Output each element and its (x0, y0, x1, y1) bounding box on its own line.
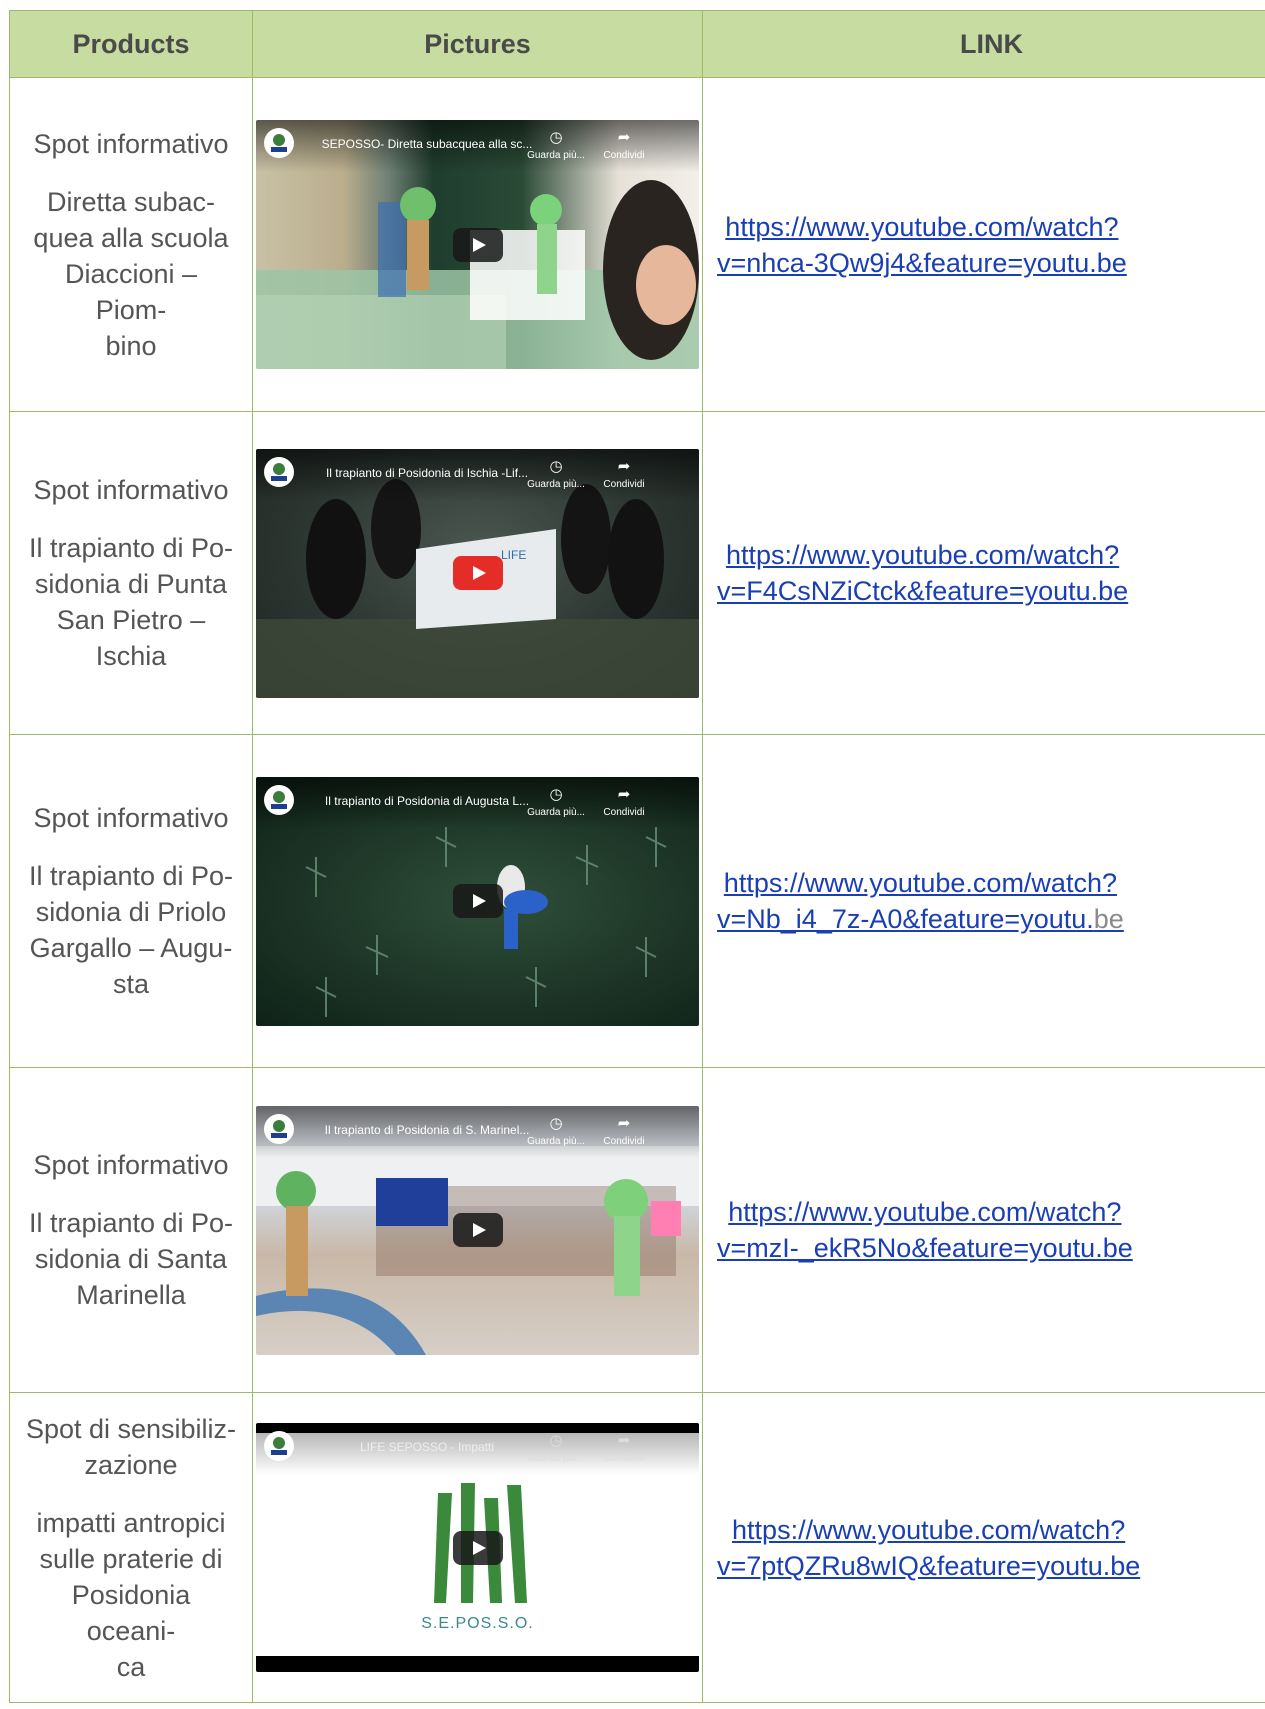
product-description: Il trapianto di Po- sidonia di Priolo Ga… (28, 861, 234, 999)
share-button[interactable]: ➦ Condividi (592, 785, 656, 818)
video-title[interactable]: LIFE SEPOSSO - Impatti (302, 1440, 552, 1454)
video-link-tail: be (1093, 904, 1124, 934)
video-title[interactable]: Il trapianto di Posidonia di Augusta L..… (302, 794, 552, 808)
share-label: Condividi (603, 806, 645, 818)
product-cell: Spot di sensibiliz- zazione impatti antr… (9, 1392, 253, 1703)
ispra-logo-icon (264, 1113, 294, 1144)
link-cell: https://www.youtube.com/watch? v=F4CsNZi… (702, 411, 1265, 735)
product-type: Spot di sensibiliz- zazione (25, 1413, 237, 1480)
share-label: Condividi (603, 478, 645, 490)
video-link[interactable]: https://www.youtube.com/watch? v=7ptQZRu… (717, 1512, 1140, 1584)
picture-cell: S.E.POS.S.O. LIFE SEPOSSO - Impatti ◷ Gu… (252, 1392, 703, 1703)
table-row: Spot informativo Il trapianto di Po- sid… (9, 411, 1265, 735)
video-thumbnail[interactable]: SEPOSSO- Diretta subacquea alla sc... ◷ … (256, 120, 699, 369)
product-type: Spot informativo (33, 803, 229, 833)
header-pictures: Pictures (252, 10, 703, 78)
product-description: Il trapianto di Po- sidonia di Punta San… (28, 533, 234, 671)
video-thumbnail[interactable]: LIFE Il trapianto di Posidonia di Ischia… (256, 448, 699, 698)
product-type: Spot informativo (33, 475, 229, 505)
link-cell: https://www.youtube.com/watch? v=mzI-_ek… (702, 1067, 1265, 1393)
watch-later-label: Guarda più... (527, 150, 585, 161)
watch-later-label: Guarda più... (527, 1453, 585, 1464)
video-link-text[interactable]: https://www.youtube.com/watch? v=mzI-_ek… (717, 1197, 1133, 1263)
video-title[interactable]: SEPOSSO- Diretta subacquea alla sc... (302, 137, 552, 151)
link-cell: https://www.youtube.com/watch? v=7ptQZRu… (702, 1392, 1265, 1703)
play-button-icon[interactable] (452, 1213, 503, 1247)
share-label: Condividi (603, 1453, 645, 1464)
table-row: Spot di sensibiliz- zazione impatti antr… (9, 1392, 1265, 1703)
video-thumbnail[interactable]: Il trapianto di Posidonia di Augusta L..… (256, 776, 699, 1026)
video-link-text[interactable]: https://www.youtube.com/watch? v=F4CsNZi… (717, 540, 1128, 606)
picture-cell: Il trapianto di Posidonia di S. Marinel.… (252, 1067, 703, 1393)
product-cell: Spot informativo Diretta subac- quea all… (9, 77, 253, 412)
play-button-icon[interactable] (452, 556, 503, 590)
picture-cell: SEPOSSO- Diretta subacquea alla sc... ◷ … (252, 77, 703, 412)
share-button[interactable]: ➦ Condividi (592, 1114, 656, 1147)
video-thumbnail[interactable]: Il trapianto di Posidonia di S. Marinel.… (256, 1105, 699, 1355)
share-icon: ➦ (617, 1114, 631, 1132)
clock-icon: ◷ (549, 785, 563, 803)
video-thumbnail[interactable]: S.E.POS.S.O. LIFE SEPOSSO - Impatti ◷ Gu… (256, 1423, 699, 1672)
watch-later-button[interactable]: ◷ Guarda più... (524, 129, 588, 162)
watch-later-label: Guarda più... (527, 1135, 585, 1147)
share-icon: ➦ (617, 1432, 631, 1449)
watch-later-button[interactable]: ◷ Guarda più... (524, 785, 588, 818)
picture-cell: Il trapianto di Posidonia di Augusta L..… (252, 734, 703, 1068)
video-link[interactable]: https://www.youtube.com/watch? v=mzI-_ek… (717, 1194, 1133, 1266)
clock-icon: ◷ (549, 129, 563, 146)
share-label: Condividi (603, 150, 645, 161)
play-button-icon[interactable] (452, 1530, 503, 1565)
video-link[interactable]: https://www.youtube.com/watch? v=Nb_i4_7… (717, 865, 1124, 937)
watch-later-button[interactable]: ◷ Guarda più... (524, 1114, 588, 1147)
play-button-icon[interactable] (452, 884, 503, 918)
media-table: Products Pictures LINK Spot informativo … (9, 10, 1265, 1703)
product-description: Il trapianto di Po- sidonia di Santa Mar… (28, 1208, 234, 1310)
logo-caption: S.E.POS.S.O. (421, 1615, 534, 1632)
ispra-logo-icon (264, 784, 294, 815)
share-icon: ➦ (617, 785, 631, 803)
video-link-text[interactable]: https://www.youtube.com/watch? v=Nb_i4_7… (717, 868, 1117, 934)
share-button[interactable]: ➦ Condividi (592, 1432, 656, 1465)
watch-later-label: Guarda più... (527, 806, 585, 818)
clock-icon: ◷ (549, 1114, 563, 1132)
product-cell: Spot informativo Il trapianto di Po- sid… (9, 734, 253, 1068)
watch-later-button[interactable]: ◷ Guarda più... (524, 1432, 588, 1465)
share-button[interactable]: ➦ Condividi (592, 457, 656, 490)
product-cell: Spot informativo Il trapianto di Po- sid… (9, 1067, 253, 1393)
video-title[interactable]: Il trapianto di Posidonia di S. Marinel.… (302, 1123, 552, 1137)
table-row: Spot informativo Diretta subac- quea all… (9, 77, 1265, 412)
video-link-text[interactable]: https://www.youtube.com/watch? v=7ptQZRu… (717, 1515, 1140, 1581)
clock-icon: ◷ (549, 457, 563, 475)
watch-later-label: Guarda più... (527, 478, 585, 490)
product-description: Diretta subac- quea alla scuola Diaccion… (33, 186, 229, 361)
share-icon: ➦ (617, 129, 631, 146)
share-button[interactable]: ➦ Condividi (592, 129, 656, 162)
header-products: Products (9, 10, 253, 78)
video-title[interactable]: Il trapianto di Posidonia di Ischia -Lif… (302, 466, 552, 480)
table-row: Spot informativo Il trapianto di Po- sid… (9, 734, 1265, 1068)
video-link[interactable]: https://www.youtube.com/watch? v=F4CsNZi… (717, 537, 1128, 609)
ispra-logo-icon (264, 1431, 294, 1461)
video-link[interactable]: https://www.youtube.com/watch? v=nhca-3Q… (717, 209, 1127, 281)
clock-icon: ◷ (549, 1432, 563, 1449)
table-row: Spot informativo Il trapianto di Po- sid… (9, 1067, 1265, 1393)
share-label: Condividi (603, 1135, 645, 1147)
watch-later-button[interactable]: ◷ Guarda più... (524, 457, 588, 490)
header-row: Products Pictures LINK (9, 10, 1265, 78)
header-link: LINK (702, 10, 1265, 78)
product-description: impatti antropici sulle praterie di Posi… (36, 1507, 226, 1682)
share-icon: ➦ (617, 457, 631, 475)
video-link-text[interactable]: https://www.youtube.com/watch? v=nhca-3Q… (717, 212, 1127, 278)
link-cell: https://www.youtube.com/watch? v=Nb_i4_7… (702, 734, 1265, 1068)
ispra-logo-icon (264, 128, 294, 158)
link-cell: https://www.youtube.com/watch? v=nhca-3Q… (702, 77, 1265, 412)
svg-text:LIFE: LIFE (501, 548, 526, 562)
play-button-icon[interactable] (452, 227, 503, 262)
product-cell: Spot informativo Il trapianto di Po- sid… (9, 411, 253, 735)
product-type: Spot informativo (33, 128, 229, 159)
ispra-logo-icon (264, 456, 294, 487)
product-type: Spot informativo (33, 1150, 229, 1180)
picture-cell: LIFE Il trapianto di Posidonia di Ischia… (252, 411, 703, 735)
